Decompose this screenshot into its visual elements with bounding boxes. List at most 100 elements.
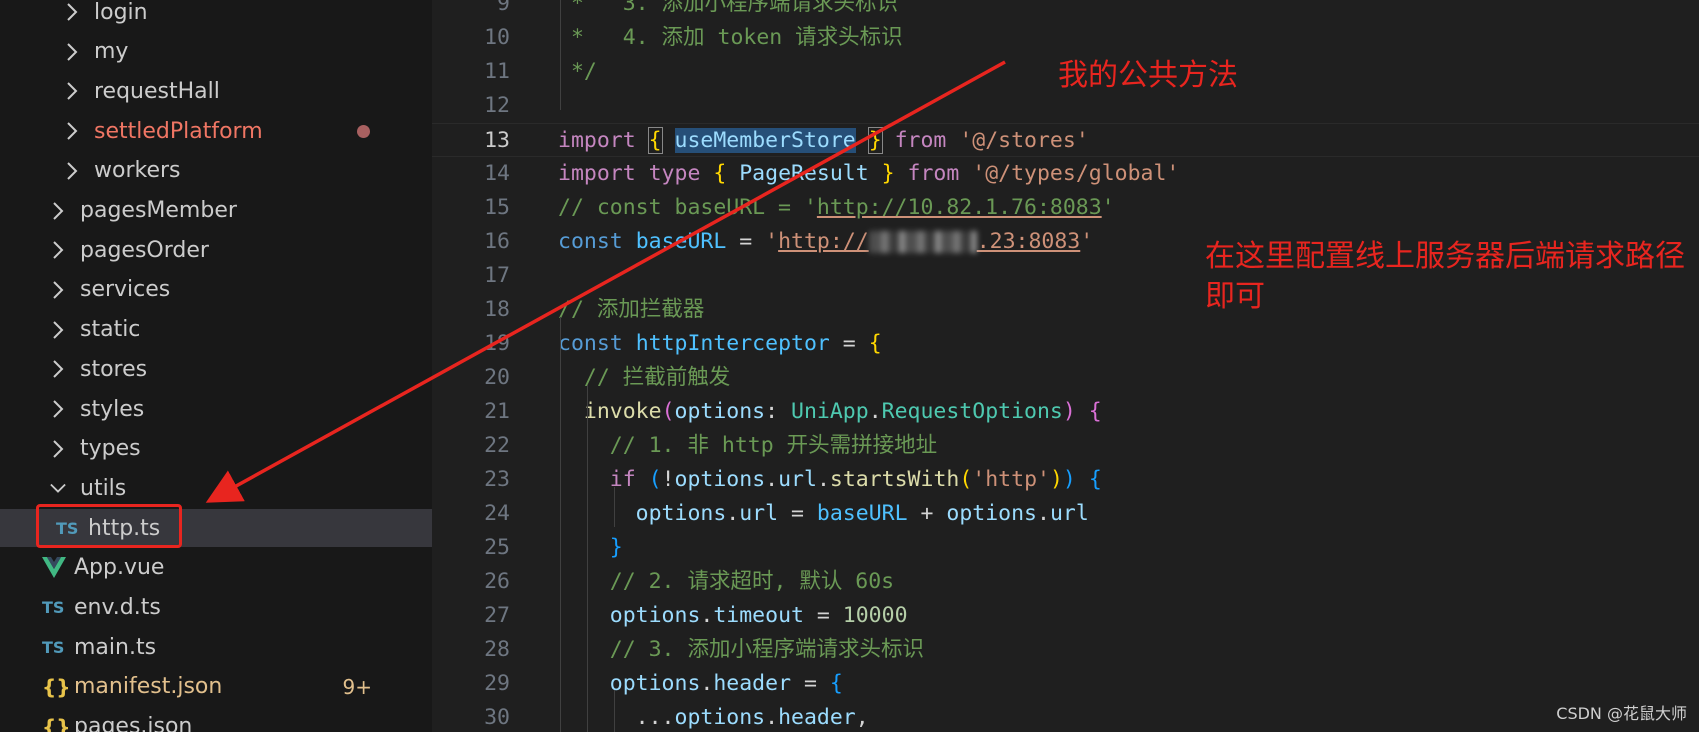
chevron-down-icon xyxy=(50,476,66,500)
code-token: http://10.82.1.76:8083 xyxy=(816,195,1102,220)
typescript-file-icon: TS xyxy=(42,598,65,617)
code-text: options.timeout = 10000 xyxy=(558,599,908,633)
code-token: options xyxy=(674,399,766,424)
code-text: // 添加拦截器 xyxy=(558,293,704,327)
code-token: options xyxy=(609,671,701,696)
code-token: // 3. 添加小程序端请求头标识 xyxy=(558,637,924,662)
code-token: invoke xyxy=(583,399,662,424)
folder-item-static[interactable]: static xyxy=(0,311,432,349)
code-line[interactable]: 14 import type { PageResult } from '@/typ… xyxy=(432,157,1699,191)
problem-count-badge: 9+ xyxy=(342,674,372,699)
code-token: .23:8083 xyxy=(976,229,1081,254)
file-item-manifest-json[interactable]: {} manifest.json 9+ xyxy=(0,668,432,706)
tree-item-label: App.vue xyxy=(74,555,165,581)
code-line[interactable]: 28 // 3. 添加小程序端请求头标识 xyxy=(432,633,1699,667)
code-token: options xyxy=(674,467,766,492)
line-number: 11 xyxy=(484,59,510,84)
annotation-highlight-box xyxy=(36,504,182,548)
folder-item-types[interactable]: types xyxy=(0,430,432,468)
explorer-sidebar: login my requestHall settledPlatform workers… xyxy=(0,0,432,732)
code-line[interactable]: 29 options.header = { xyxy=(432,667,1699,701)
code-line[interactable]: 13 import { useMemberStore } from '@/stor… xyxy=(432,123,1699,157)
code-token: 10000 xyxy=(842,603,908,628)
chevron-right-icon xyxy=(64,159,80,183)
code-token: ) xyxy=(1049,467,1063,492)
folder-item-services[interactable]: services xyxy=(0,271,432,309)
line-number: 16 xyxy=(484,229,510,254)
code-token: . xyxy=(1036,501,1050,526)
tree-item-label: workers xyxy=(94,158,181,184)
code-token: { xyxy=(868,331,882,356)
folder-item-workers[interactable]: workers xyxy=(0,152,432,190)
line-number: 22 xyxy=(484,433,510,458)
code-text: // 2. 请求超时, 默认 60s xyxy=(558,565,894,599)
code-token: * 4. 添加 token 请求头标识 xyxy=(558,25,903,50)
folder-item-settledplatform[interactable]: settledPlatform xyxy=(0,112,432,150)
code-token: import type xyxy=(558,161,714,186)
chevron-right-icon xyxy=(64,79,80,103)
code-line[interactable]: 9 * 3. 添加小程序端请求头标识 xyxy=(432,0,1699,21)
code-token: // 2. 请求超时, 默认 60s xyxy=(558,569,895,594)
tree-item-label: stores xyxy=(80,356,148,382)
code-token: RequestOptions xyxy=(881,399,1063,424)
file-item-app-vue[interactable]: App.vue xyxy=(0,549,432,587)
code-token: { xyxy=(713,161,727,186)
code-line[interactable]: 23 if (!options.url.startsWith('http')) … xyxy=(432,463,1699,497)
line-number: 30 xyxy=(484,705,510,730)
file-item-env-d-ts[interactable]: TS env.d.ts xyxy=(0,589,432,627)
code-editor[interactable]: 9 * 3. 添加小程序端请求头标识 10 * 4. 添加 token 请求头标识… xyxy=(432,0,1699,732)
code-token: = xyxy=(726,229,766,254)
folder-item-login[interactable]: login xyxy=(0,0,432,31)
line-number: 23 xyxy=(484,467,510,492)
folder-item-pagesorder[interactable]: pagesOrder xyxy=(0,231,432,269)
code-text: invoke(options: UniApp.RequestOptions) { xyxy=(558,395,1102,429)
code-token: options xyxy=(609,603,701,628)
code-text: */ xyxy=(558,55,597,89)
code-token: . xyxy=(765,705,779,730)
folder-item-requesthall[interactable]: requestHall xyxy=(0,72,432,110)
code-token: useMemberStore xyxy=(674,128,856,153)
code-line[interactable]: 15 // const baseURL = 'http://10.82.1.76:… xyxy=(432,191,1699,225)
file-item-main-ts[interactable]: TS main.ts xyxy=(0,628,432,666)
line-number: 21 xyxy=(484,399,510,424)
code-line[interactable]: 25 } xyxy=(432,531,1699,565)
code-line[interactable]: 20 // 拦截前触发 xyxy=(432,361,1699,395)
folder-item-styles[interactable]: styles xyxy=(0,390,432,428)
code-line[interactable]: 27 options.timeout = 10000 xyxy=(432,599,1699,633)
line-number: 14 xyxy=(484,161,510,186)
line-number: 10 xyxy=(484,25,510,50)
folder-item-pagesmember[interactable]: pagesMember xyxy=(0,192,432,230)
folder-item-my[interactable]: my xyxy=(0,33,432,71)
code-token: import xyxy=(558,128,636,153)
line-number: 12 xyxy=(484,93,510,118)
code-token: } xyxy=(881,161,895,186)
code-line[interactable]: 21 invoke(options: UniApp.RequestOptions… xyxy=(432,395,1699,429)
code-token: . xyxy=(868,399,882,424)
code-line[interactable]: 30 ...options.header, xyxy=(432,701,1699,732)
folder-item-utils[interactable]: utils xyxy=(0,469,432,507)
tree-item-label: services xyxy=(80,277,171,303)
tree-item-label: pages.json xyxy=(74,714,193,732)
code-line[interactable]: 22 // 1. 非 http 开头需拼接地址 xyxy=(432,429,1699,463)
code-token: startsWith xyxy=(829,467,960,492)
tree-item-label: settledPlatform xyxy=(94,118,263,144)
folder-item-stores[interactable]: stores xyxy=(0,350,432,388)
annotation-common-methods: 我的公共方法 xyxy=(1058,58,1238,93)
file-item-pages-json[interactable]: {} pages.json xyxy=(0,708,432,732)
code-line[interactable]: 19 const httpInterceptor = { xyxy=(432,327,1699,361)
code-line[interactable]: 26 // 2. 请求超时, 默认 60s xyxy=(432,565,1699,599)
line-number: 27 xyxy=(484,603,510,628)
code-token: ... xyxy=(558,705,675,730)
code-text: const baseURL = 'http://.23:8083' xyxy=(558,225,1093,259)
code-line[interactable]: 10 * 4. 添加 token 请求头标识 xyxy=(432,21,1699,55)
code-token: // 1. 非 http 开头需拼接地址 xyxy=(558,433,938,458)
code-line[interactable]: 24 options.url = baseURL + options.url xyxy=(432,497,1699,531)
code-token: } xyxy=(609,535,623,560)
code-token: ( xyxy=(648,467,662,492)
indent-guide xyxy=(587,385,588,732)
